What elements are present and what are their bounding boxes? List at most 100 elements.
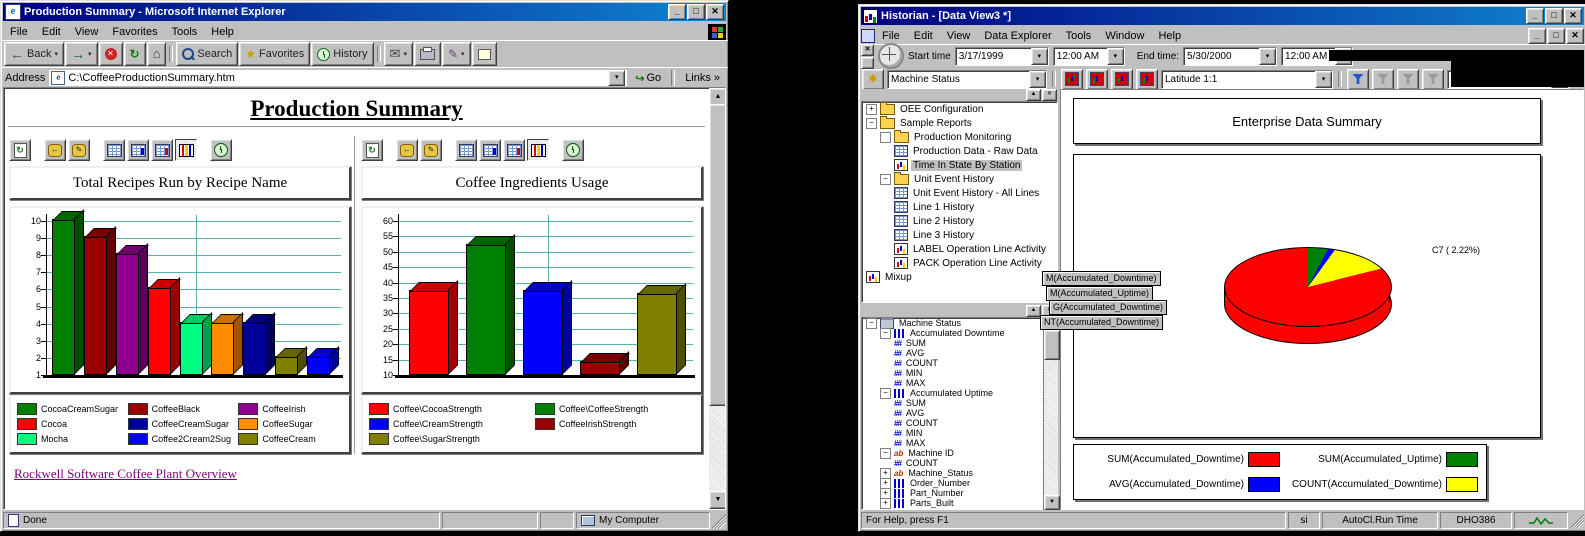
table-red-button[interactable] (503, 139, 525, 161)
tree-row[interactable]: ##MIN (862, 368, 1043, 378)
table-button[interactable] (103, 139, 125, 161)
tree-row[interactable]: ##MIN (862, 428, 1043, 438)
menu-edit[interactable]: Edit (35, 25, 68, 39)
db-pencil-button[interactable]: ✎ (420, 139, 442, 161)
print-button[interactable] (414, 42, 441, 66)
parameter-button[interactable]: ✱ (862, 69, 884, 90)
collapse-icon[interactable]: − (880, 174, 891, 185)
scroll-thumb[interactable] (709, 104, 726, 406)
collapse-icon[interactable]: − (880, 328, 891, 339)
tree-row[interactable]: −Sample Reports (862, 116, 1057, 130)
minimize-button[interactable]: _ (1528, 28, 1546, 44)
new-filter-button[interactable] (1347, 69, 1369, 90)
mail-button[interactable]: ✉▾ (384, 42, 413, 66)
scroll-down-button[interactable]: ▼ (709, 491, 726, 509)
menu-help[interactable]: Help (1151, 29, 1188, 43)
menu-file[interactable]: File (875, 29, 907, 43)
discuss-button[interactable] (472, 42, 497, 66)
report-button[interactable]: ↻ (361, 139, 383, 161)
dropdown-icon[interactable]: ▾ (1259, 48, 1276, 65)
tree-row[interactable]: +Order_Number (862, 478, 1043, 488)
favorites-button[interactable]: ★Favorites (239, 42, 310, 66)
collapse-icon[interactable]: − (880, 448, 891, 459)
table-bar-button[interactable] (127, 139, 149, 161)
stop-button[interactable]: ✕ (99, 42, 123, 66)
parameter-set-combo[interactable]: Machine Status▾ (887, 70, 1047, 89)
collapse-icon[interactable]: − (866, 118, 877, 129)
tree-row[interactable]: PACK Operation Line Activity (862, 256, 1057, 270)
tree-row[interactable]: −Accumulated Uptime (862, 388, 1043, 398)
tree-row[interactable]: ##MAX (862, 438, 1043, 448)
maximize-button[interactable]: □ (1545, 8, 1563, 24)
tree-row[interactable]: Mixup (862, 270, 1057, 284)
close-button[interactable]: ✕ (1564, 8, 1582, 24)
tree-row[interactable]: +OEE Configuration (862, 102, 1057, 116)
db-arrow-button[interactable]: ← (44, 139, 66, 161)
collapse-icon[interactable]: − (880, 388, 891, 399)
filter-button[interactable] (1372, 69, 1394, 90)
tree-row[interactable]: ##SUM (862, 338, 1043, 348)
pane-pin-button[interactable]: ▲ (1026, 89, 1041, 101)
tree-row[interactable]: ##MAX (862, 378, 1043, 388)
tree-row[interactable]: Production Data - Raw Data (862, 144, 1057, 158)
tree-scrollbar[interactable]: ▲▼ (1043, 317, 1058, 510)
tree-row[interactable]: Line 2 History (862, 214, 1057, 228)
start-clock-combo[interactable]: 12:00 AM▾ (1053, 47, 1125, 66)
expand-icon[interactable]: + (866, 104, 877, 115)
db-pencil-button[interactable]: ✎ (68, 139, 90, 161)
back-button[interactable]: ←Back▾ (4, 42, 64, 66)
home-button[interactable]: ⌂ (147, 42, 167, 66)
save-chart-button[interactable] (1111, 69, 1133, 90)
tree-row[interactable]: ##COUNT (862, 358, 1043, 368)
layout-combo[interactable]: Latitude 1:1▾ (1161, 70, 1333, 89)
address-dropdown-button[interactable]: ▾ (608, 70, 625, 86)
forward-button[interactable]: →▾ (65, 42, 98, 66)
tree-row[interactable]: −Machine Status (862, 318, 1043, 328)
scroll-thumb[interactable] (1044, 330, 1060, 360)
tree-row[interactable]: −Accumulated Downtime (862, 328, 1043, 338)
menu-file[interactable]: File (3, 25, 35, 39)
tree-row[interactable]: Line 3 History (862, 228, 1057, 242)
search-button[interactable]: Search (176, 42, 238, 66)
pane-close-button[interactable]: ✕ (1042, 89, 1057, 101)
clear-filter-button[interactable] (1397, 69, 1419, 90)
menu-tools[interactable]: Tools (1059, 29, 1099, 43)
add-chart-button[interactable] (1061, 69, 1083, 90)
start-date-combo[interactable]: 3/17/1999▾ (955, 47, 1049, 66)
pane-pin-button[interactable]: ▲ (1026, 305, 1041, 317)
tree-row[interactable]: −abMachine ID (862, 448, 1043, 458)
tree-row[interactable]: +Part_Number (862, 488, 1043, 498)
menu-edit[interactable]: Edit (907, 29, 940, 43)
maximize-button[interactable]: □ (1547, 28, 1565, 44)
dropdown-icon[interactable]: ▾ (1315, 71, 1332, 88)
dropdown-icon[interactable]: ▾ (1029, 71, 1046, 88)
menu-view[interactable]: View (68, 25, 106, 39)
tree-row[interactable]: ##SUM (862, 398, 1043, 408)
expand-icon[interactable]: + (880, 498, 891, 509)
end-date-combo[interactable]: 5/30/2000▾ (1183, 47, 1277, 66)
resize-grip[interactable] (1570, 512, 1584, 529)
links-button[interactable]: Links» (681, 72, 724, 84)
tree-row[interactable]: Production Monitoring (862, 130, 1057, 144)
resize-grip[interactable] (712, 512, 726, 529)
ie-titlebar[interactable]: e Production Summary - Microsoft Interne… (3, 3, 726, 21)
table-bar-button[interactable] (479, 139, 501, 161)
tree-row[interactable]: Time In State By Station (862, 158, 1057, 172)
menu-window[interactable]: Window (1098, 29, 1151, 43)
address-input[interactable]: e C:\CoffeeProductionSummary.htm ▾ (49, 70, 627, 86)
clock-button[interactable] (210, 139, 232, 161)
checkbox[interactable] (880, 132, 891, 143)
edit-button[interactable]: ✎▾ (442, 42, 471, 66)
tree-row[interactable]: −Unit Event History (862, 172, 1057, 186)
refresh-button[interactable]: ↻ (124, 42, 146, 66)
tree-row[interactable]: +Parts_Built (862, 498, 1043, 508)
table-red-button[interactable] (151, 139, 173, 161)
minimize-button[interactable]: _ (668, 4, 686, 20)
report-button[interactable]: ↻ (9, 139, 31, 161)
tree-row[interactable]: LABEL Operation Line Activity (862, 242, 1057, 256)
tree-row[interactable]: ##COUNT (862, 458, 1043, 468)
tree-row[interactable]: ##AVG (862, 348, 1043, 358)
menu-data-explorer[interactable]: Data Explorer (977, 29, 1058, 43)
minimize-button[interactable]: _ (1526, 8, 1544, 24)
tree-row[interactable]: ##COUNT (862, 418, 1043, 428)
